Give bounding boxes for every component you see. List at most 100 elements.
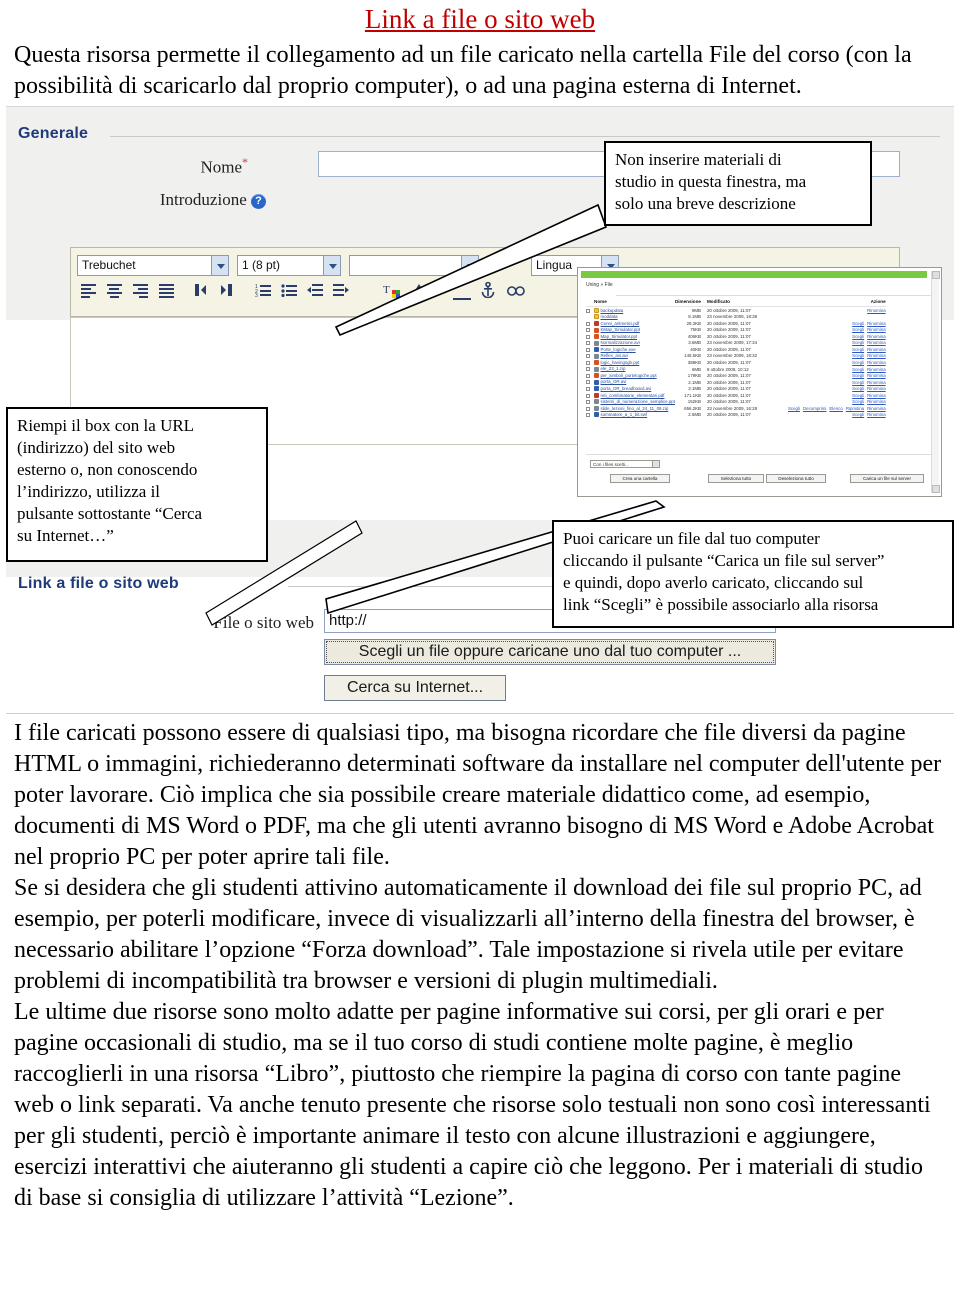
scroll-down-arrow[interactable] [932, 485, 940, 493]
file-name-link[interactable]: KMap_Simulator.ppt [601, 327, 641, 332]
upload-file-button[interactable]: Carica un file sul server [850, 474, 924, 483]
action-link-rinomina[interactable]: Rinomina [867, 308, 886, 313]
checkbox[interactable] [586, 386, 590, 391]
action-link-scegli[interactable]: Scegli [852, 340, 864, 345]
checkbox[interactable] [586, 400, 590, 405]
checkbox[interactable] [586, 393, 590, 398]
checkbox[interactable] [586, 341, 590, 346]
checkbox[interactable] [586, 328, 590, 333]
paragraph-1: I file caricati possono essere di qualsi… [14, 718, 946, 873]
action-link-rinomina[interactable]: Rinomina [867, 380, 886, 385]
file-name-link[interactable]: per_simboli_portelogiche.ppt [601, 373, 657, 378]
font-size-select[interactable]: 1 (8 pt) [237, 255, 341, 276]
action-link-scegli[interactable]: Scegli [852, 386, 864, 391]
action-link-scegli[interactable]: Scegli [852, 360, 864, 365]
file-name-link[interactable]: porta_OR.avi [601, 379, 627, 384]
action-link-scegli[interactable]: Scegli [852, 412, 864, 417]
numbered-list-icon[interactable]: 123 [255, 283, 271, 299]
file-name-link[interactable]: sommatore_a_1_bit.swf [601, 412, 648, 417]
action-link-scegli[interactable]: Scegli [852, 327, 864, 332]
action-link-rinomina[interactable]: Rinomina [867, 360, 886, 365]
select-all-button[interactable]: Seleziona tutto [708, 474, 764, 483]
outdent-icon[interactable] [307, 283, 323, 296]
section-legend-generale: Generale [18, 125, 940, 143]
create-folder-button[interactable]: Crea una cartella [610, 474, 670, 483]
file-name-link[interactable]: ele_23_1.zip [601, 366, 626, 371]
action-link-scegli[interactable]: Scegli [852, 399, 864, 404]
action-link-elenco[interactable]: Elenco [829, 406, 842, 411]
file-name-link[interactable]: Reflex_avi.avi [601, 353, 628, 358]
action-link-rinomina[interactable]: Rinomina [867, 334, 886, 339]
action-link-rinomina[interactable]: Rinomina [867, 386, 886, 391]
file-name-link[interactable]: reti_combinatorie_elementari.pdf [601, 393, 665, 398]
action-link-ripristina[interactable]: Ripristina [846, 406, 864, 411]
file-name-cell: sommatore_a_1_bit.swf [594, 412, 675, 419]
action-link-scegli[interactable]: Scegli [788, 406, 800, 411]
paragraph-2: Se si desidera che gli studenti attivino… [14, 873, 946, 997]
callout-intro-note: Non inserire materiali di studio in ques… [604, 141, 872, 226]
bulk-action-select[interactable]: Con i files scelti... [590, 460, 660, 468]
checkbox[interactable] [586, 380, 590, 385]
align-justify-icon[interactable] [159, 284, 174, 298]
callout-url-note: Riempi il box con la URL (indirizzo) del… [6, 407, 268, 562]
file-name-link[interactable]: slide_lezioni_fino_al_24_11_09.zip [601, 406, 669, 411]
action-link-rinomina[interactable]: Rinomina [867, 373, 886, 378]
introduzione-label-text: Introduzione [159, 190, 247, 209]
choose-or-upload-button[interactable]: Scegli un file oppure caricane uno dal t… [324, 639, 776, 665]
bulleted-list-icon[interactable] [281, 283, 297, 298]
action-link-scegli[interactable]: Scegli [852, 380, 864, 385]
page-title: Link a file o sito web [364, 4, 596, 34]
search-internet-button[interactable]: Cerca su Internet... [324, 675, 506, 701]
checkbox[interactable] [586, 347, 590, 352]
action-link-scegli[interactable]: Scegli [852, 393, 864, 398]
file-name-link[interactable]: porta_OR_breadboard.avi [601, 386, 652, 391]
checkbox[interactable] [586, 413, 590, 418]
action-link-rinomina[interactable]: Rinomina [867, 321, 886, 326]
checkbox[interactable] [586, 367, 590, 372]
action-link-decomprimi[interactable]: Decomprimi [803, 406, 826, 411]
font-size-value: 1 (8 pt) [242, 258, 281, 272]
action-link-rinomina[interactable]: Rinomina [867, 367, 886, 372]
checkbox[interactable] [586, 354, 590, 359]
file-name-link[interactable]: Porte_logiche.exe [601, 347, 636, 352]
checkbox[interactable] [586, 406, 590, 411]
action-link-rinomina[interactable]: Rinomina [867, 353, 886, 358]
file-name-link[interactable]: Map_Simulator.ppt [601, 334, 638, 339]
row-checkbox-cell[interactable] [586, 412, 594, 419]
file-name-link[interactable]: logic_havingsgb.ppt [601, 360, 640, 365]
direction-ltr-icon[interactable] [193, 283, 208, 296]
action-link-scegli[interactable]: Scegli [852, 367, 864, 372]
checkbox[interactable] [586, 373, 590, 378]
font-family-select[interactable]: Trebuchet [77, 255, 229, 276]
align-right-icon[interactable] [133, 284, 148, 298]
doc-icon [594, 386, 599, 392]
checkbox[interactable] [586, 360, 590, 365]
action-link-rinomina[interactable]: Rinomina [867, 406, 886, 411]
action-link-rinomina[interactable]: Rinomina [867, 347, 886, 352]
file-name-link[interactable]: Normalizzazione.avi [601, 340, 640, 345]
checkbox[interactable] [586, 334, 590, 339]
action-link-rinomina[interactable]: Rinomina [867, 393, 886, 398]
callout-upload-note-text: Puoi caricare un file dal tuo computer c… [563, 529, 885, 614]
action-link-scegli[interactable]: Scegli [852, 347, 864, 352]
action-link-rinomina[interactable]: Rinomina [867, 340, 886, 345]
direction-rtl-icon[interactable] [219, 283, 234, 296]
action-link-rinomina[interactable]: Rinomina [867, 327, 886, 332]
align-left-icon[interactable] [81, 284, 96, 298]
align-center-icon[interactable] [107, 284, 122, 298]
action-link-rinomina[interactable]: Rinomina [867, 399, 886, 404]
doc-icon [594, 379, 599, 385]
divider-bottom [586, 454, 931, 455]
deselect-all-button[interactable]: Deseleziona tutto [766, 474, 826, 483]
action-link-scegli[interactable]: Scegli [852, 373, 864, 378]
action-link-scegli[interactable]: Scegli [852, 353, 864, 358]
help-icon[interactable]: ? [251, 193, 266, 209]
scroll-up-arrow[interactable] [932, 271, 940, 279]
action-link-scegli[interactable]: Scegli [852, 321, 864, 326]
action-link-scegli[interactable]: Scegli [852, 334, 864, 339]
file-name-link[interactable]: sistemi_di_numerazione_semplice.ppt [601, 399, 675, 404]
chevron-down-icon [652, 461, 659, 467]
scrollbar[interactable] [931, 271, 940, 493]
file-name-cell: slide_lezioni_fino_al_24_11_09.zip [594, 405, 675, 412]
action-link-rinomina[interactable]: Rinomina [867, 412, 886, 417]
